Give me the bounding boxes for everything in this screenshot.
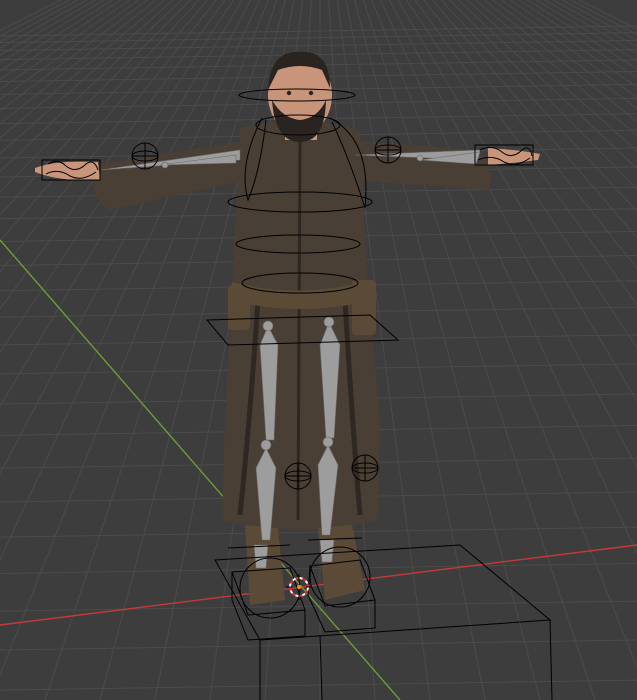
left-elbow-joint[interactable]	[161, 161, 169, 169]
left-pouch	[228, 285, 250, 330]
right-knee-joint[interactable]	[322, 436, 334, 448]
left-arm-ik-control[interactable]	[131, 142, 159, 170]
right-arm-ik-control[interactable]	[374, 136, 402, 164]
3d-viewport[interactable]	[0, 0, 637, 700]
right-hip-joint[interactable]	[323, 316, 335, 328]
right-eye	[308, 90, 314, 96]
left-eye	[286, 90, 292, 96]
right-knee-pole-control[interactable]	[351, 454, 379, 482]
viewport-canvas[interactable]	[0, 0, 637, 700]
right-pouch	[352, 280, 376, 335]
left-hip-joint[interactable]	[262, 320, 274, 332]
right-foot-bone[interactable]	[319, 539, 335, 563]
left-knee-pole-control[interactable]	[284, 462, 312, 490]
right-elbow-joint[interactable]	[416, 154, 424, 162]
left-knee-joint[interactable]	[260, 439, 272, 451]
